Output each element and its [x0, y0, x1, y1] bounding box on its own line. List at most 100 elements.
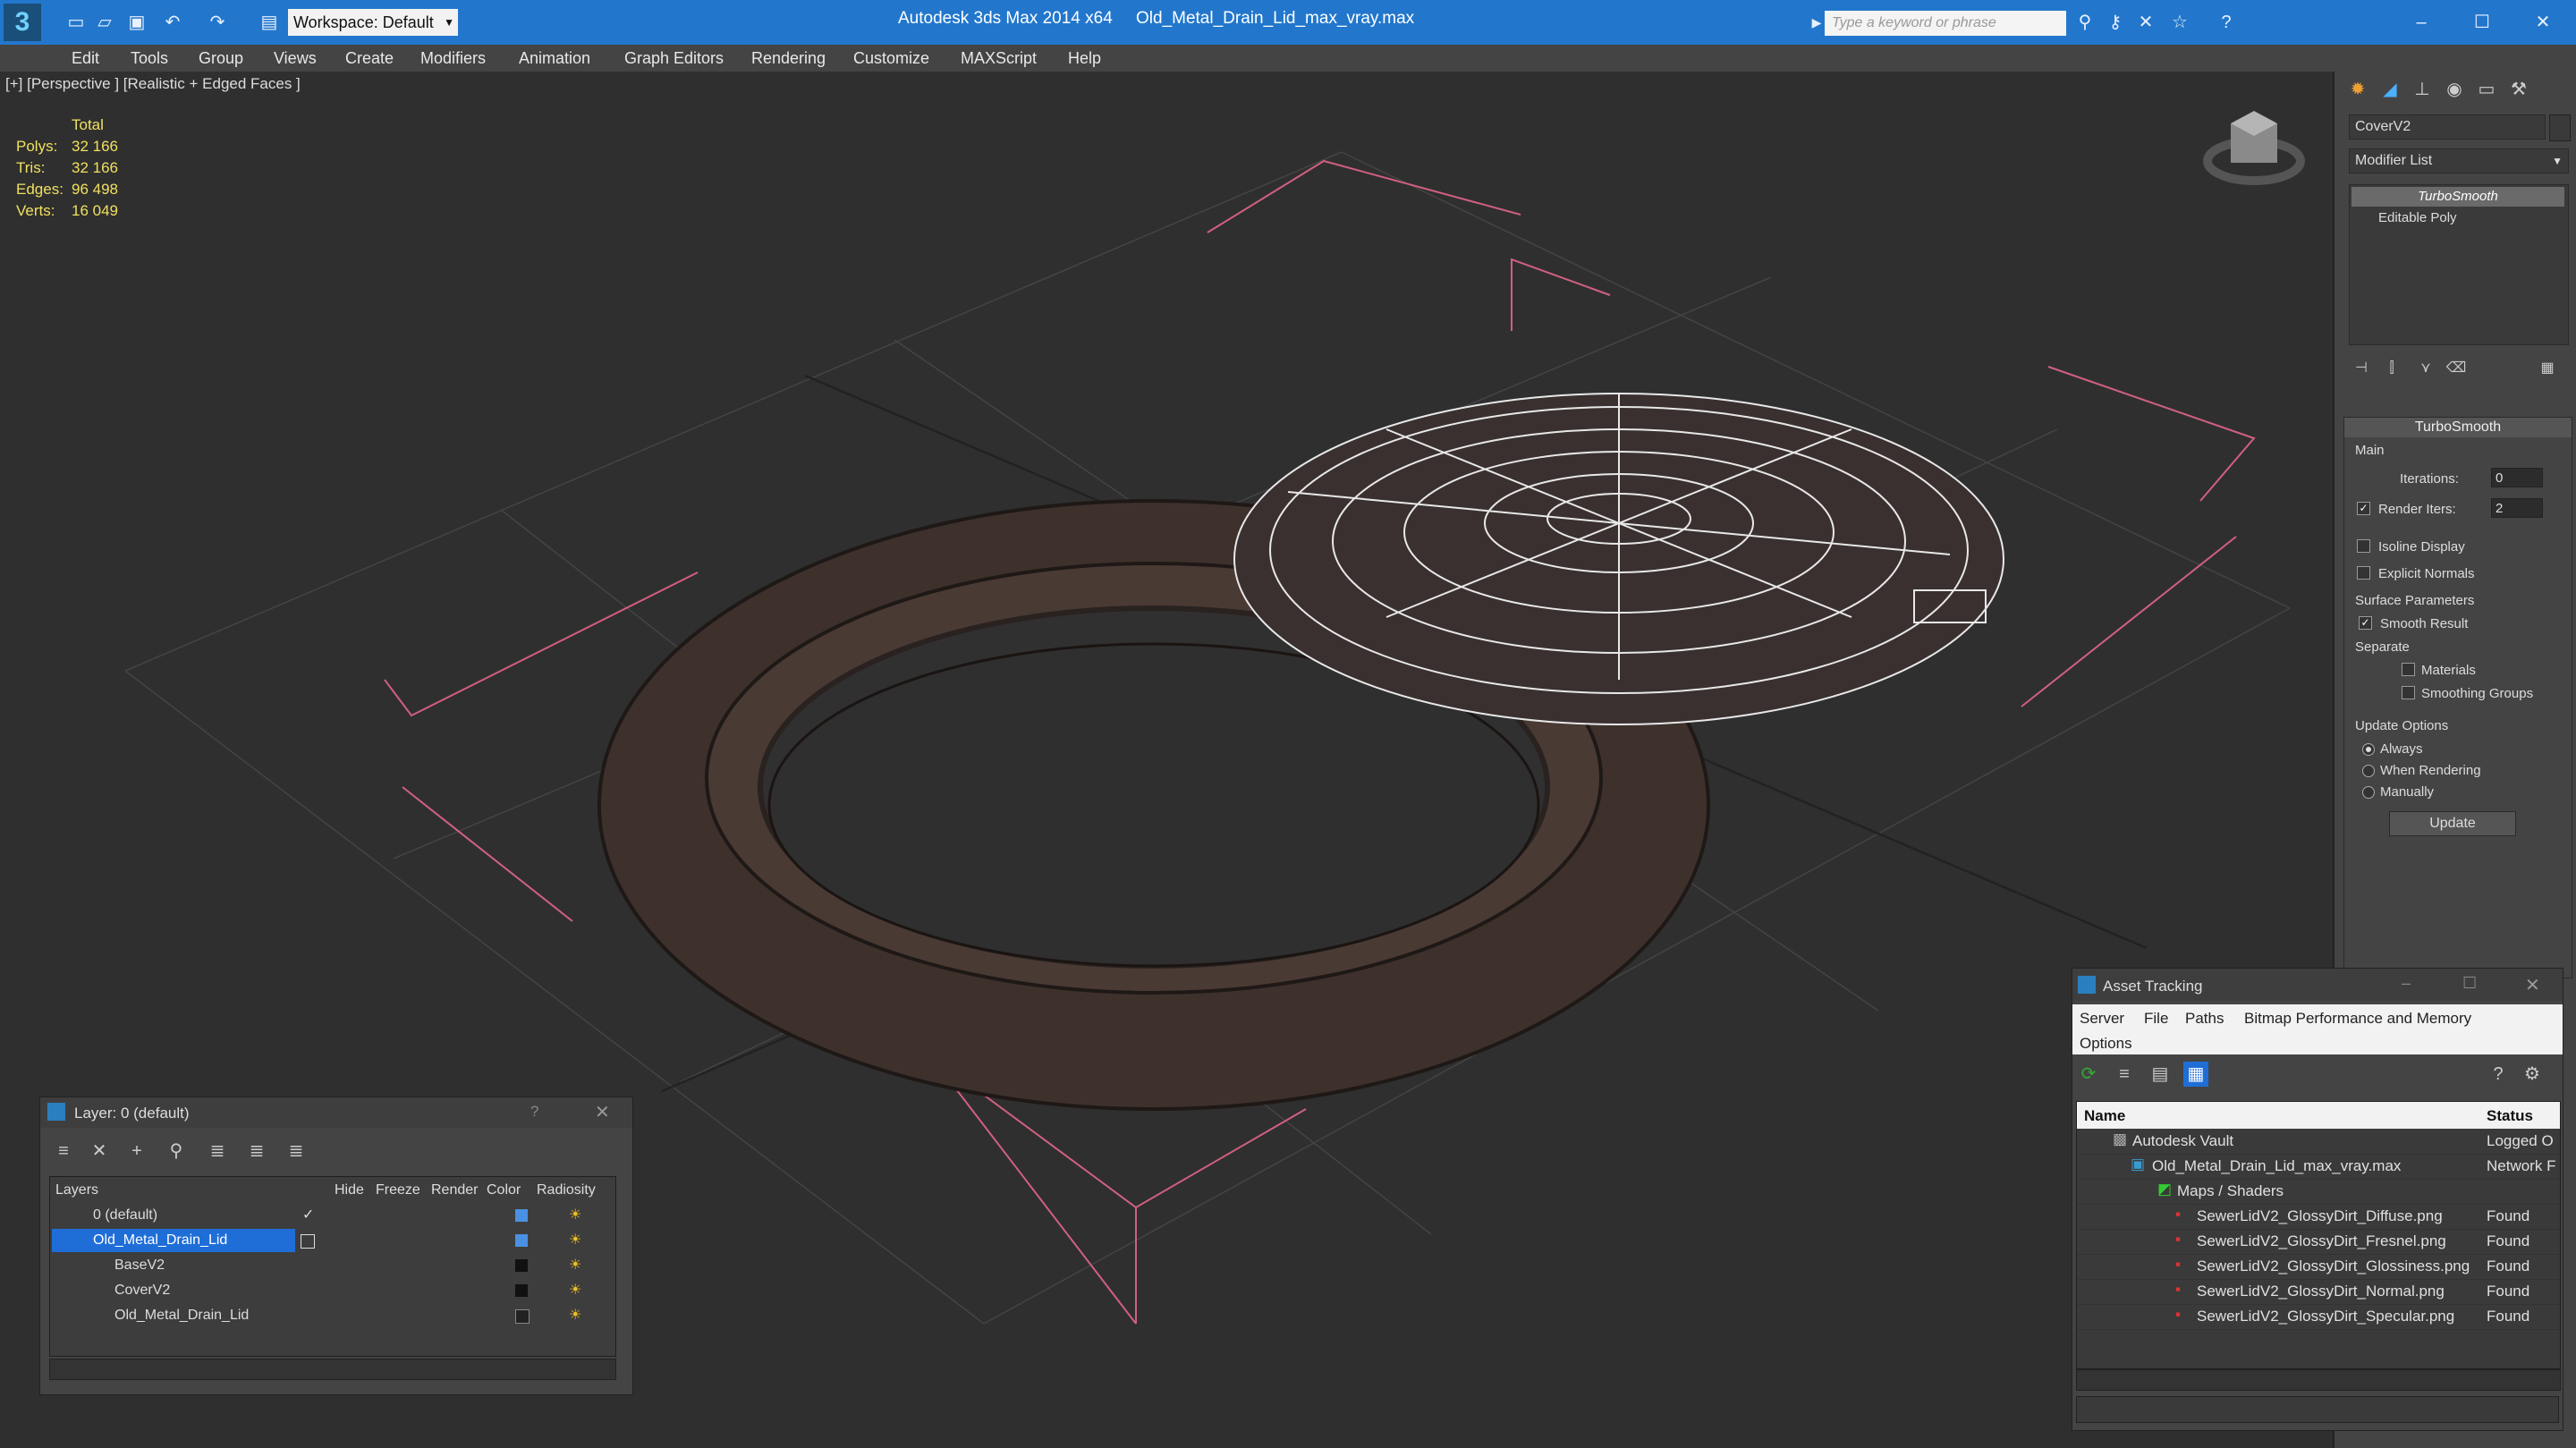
- help-icon[interactable]: ?: [2215, 11, 2238, 34]
- save-icon[interactable]: ▣: [125, 11, 148, 34]
- layer-window-titlebar[interactable]: Layer: 0 (default) ? ✕: [40, 1097, 632, 1128]
- new-layer-icon[interactable]: ≡: [51, 1139, 76, 1164]
- layer-row[interactable]: CoverV2 ☀: [50, 1279, 615, 1304]
- delete-layer-icon[interactable]: ✕: [87, 1139, 112, 1164]
- smooth-result-checkbox[interactable]: ✓: [2359, 616, 2372, 630]
- col-freeze[interactable]: Freeze: [376, 1182, 420, 1198]
- col-render[interactable]: Render: [431, 1182, 478, 1198]
- table-view-icon[interactable]: ▤: [2148, 1062, 2173, 1087]
- asset-row[interactable]: ▩ Autodesk Vault Logged O: [2077, 1129, 2560, 1155]
- menu-help[interactable]: Help: [1068, 49, 1101, 68]
- menu-paths[interactable]: Paths: [2185, 1010, 2224, 1028]
- asset-row[interactable]: ▣ Old_Metal_Drain_Lid_max_vray.max Netwo…: [2077, 1154, 2560, 1180]
- menu-modifiers[interactable]: Modifiers: [420, 49, 486, 68]
- col-radiosity[interactable]: Radiosity: [537, 1182, 596, 1198]
- hide-all-icon[interactable]: ≣: [244, 1139, 269, 1164]
- render-iters-checkbox[interactable]: ✓: [2357, 502, 2370, 515]
- redo-icon[interactable]: ↷: [206, 11, 229, 34]
- materials-checkbox[interactable]: [2402, 663, 2415, 676]
- key-icon[interactable]: ⚷: [2104, 11, 2127, 34]
- maximize-icon[interactable]: ☐: [2462, 974, 2477, 993]
- workspace-dropdown[interactable]: Workspace: Default ▼: [288, 9, 458, 36]
- close-icon[interactable]: ✕: [595, 1101, 610, 1123]
- new-file-icon[interactable]: ▭: [64, 11, 88, 34]
- horizontal-scrollbar[interactable]: [49, 1359, 616, 1380]
- configure-sets-icon[interactable]: ▦: [2533, 354, 2562, 383]
- layer-color-swatch[interactable]: [515, 1209, 528, 1222]
- layer-row-selected[interactable]: Old_Metal_Drain_Lid ☀: [50, 1229, 615, 1254]
- maximize-icon[interactable]: ☐: [2470, 11, 2494, 34]
- highlight-layer-icon[interactable]: ≣: [205, 1139, 230, 1164]
- asset-path-field[interactable]: [2076, 1396, 2559, 1423]
- iterations-spinner[interactable]: 0: [2491, 468, 2543, 487]
- menu-views[interactable]: Views: [274, 49, 317, 68]
- menu-customize[interactable]: Customize: [853, 49, 929, 68]
- update-button[interactable]: Update: [2389, 811, 2516, 836]
- tools-icon[interactable]: ✕: [2134, 11, 2157, 34]
- asset-row[interactable]: ▪ SewerLidV2_GlossyDirt_Normal.png Found: [2077, 1279, 2560, 1305]
- show-end-result-icon[interactable]: ⫿: [2377, 354, 2406, 383]
- menu-group[interactable]: Group: [199, 49, 243, 68]
- menu-rendering[interactable]: Rendering: [751, 49, 826, 68]
- stack-item-editable-poly[interactable]: Editable Poly: [2351, 208, 2564, 228]
- close-icon[interactable]: ✕: [2525, 974, 2540, 996]
- motion-tab-icon[interactable]: ◉: [2440, 75, 2469, 104]
- layer-color-swatch[interactable]: [515, 1284, 528, 1297]
- help-icon[interactable]: ?: [530, 1103, 538, 1121]
- menu-maxscript[interactable]: MAXScript: [961, 49, 1037, 68]
- minimize-icon[interactable]: –: [2402, 974, 2411, 993]
- add-to-layer-icon[interactable]: +: [124, 1139, 149, 1164]
- smoothing-groups-checkbox[interactable]: [2402, 686, 2415, 699]
- isoline-checkbox[interactable]: [2357, 539, 2370, 553]
- object-color-swatch[interactable]: [2549, 114, 2571, 141]
- asset-row[interactable]: ▪ SewerLidV2_GlossyDirt_Diffuse.png Foun…: [2077, 1204, 2560, 1230]
- viewport-label[interactable]: [+] [Perspective ] [Realistic + Edged Fa…: [5, 75, 301, 93]
- asset-window-titlebar[interactable]: Asset Tracking – ☐ ✕: [2072, 969, 2563, 1001]
- layer-row[interactable]: BaseV2 ☀: [50, 1254, 615, 1279]
- render-iters-spinner[interactable]: 2: [2491, 498, 2543, 518]
- help-icon[interactable]: ?: [2486, 1062, 2511, 1087]
- manually-radio[interactable]: [2362, 786, 2375, 799]
- search-input[interactable]: Type a keyword or phrase: [1825, 11, 2066, 36]
- grid-view-icon[interactable]: ▦: [2183, 1062, 2208, 1087]
- layer-color-swatch[interactable]: [515, 1309, 530, 1324]
- menu-server[interactable]: Server: [2080, 1010, 2124, 1028]
- viewcube-icon[interactable]: [2203, 111, 2305, 185]
- menu-options[interactable]: Options: [2080, 1035, 2132, 1053]
- make-unique-icon[interactable]: ⋎: [2411, 354, 2440, 383]
- project-folder-icon[interactable]: ▤: [258, 11, 281, 34]
- menu-tools[interactable]: Tools: [131, 49, 168, 68]
- when-rendering-radio[interactable]: [2362, 765, 2375, 777]
- layer-checkbox[interactable]: [301, 1234, 315, 1249]
- stack-item-turbosmooth[interactable]: TurboSmooth: [2351, 187, 2564, 207]
- binoculars-icon[interactable]: ⚲: [2073, 11, 2097, 34]
- menu-bitmap-performance[interactable]: Bitmap Performance and Memory: [2244, 1010, 2471, 1028]
- open-file-icon[interactable]: ▱: [93, 11, 116, 34]
- object-name-field[interactable]: CoverV2: [2349, 114, 2546, 140]
- undo-icon[interactable]: ↶: [161, 11, 184, 34]
- col-status[interactable]: Status: [2487, 1107, 2533, 1125]
- asset-row[interactable]: ◩ Maps / Shaders: [2077, 1179, 2560, 1205]
- asset-row[interactable]: ▪ SewerLidV2_GlossyDirt_Specular.png Fou…: [2077, 1304, 2560, 1330]
- menu-animation[interactable]: Animation: [519, 49, 590, 68]
- modifier-list-dropdown[interactable]: Modifier List ▼: [2349, 148, 2569, 174]
- list-view-icon[interactable]: ≡: [2112, 1062, 2137, 1087]
- freeze-all-icon[interactable]: ≣: [284, 1139, 309, 1164]
- layer-row[interactable]: Old_Metal_Drain_Lid ☀: [50, 1304, 615, 1329]
- app-logo-icon[interactable]: 3: [4, 4, 41, 41]
- asset-row[interactable]: ▪ SewerLidV2_GlossyDirt_Fresnel.png Foun…: [2077, 1229, 2560, 1255]
- always-radio[interactable]: [2362, 743, 2375, 756]
- display-tab-icon[interactable]: ▭: [2472, 75, 2501, 104]
- menu-graph-editors[interactable]: Graph Editors: [624, 49, 724, 68]
- asset-row[interactable]: ▪ SewerLidV2_GlossyDirt_Glossiness.png F…: [2077, 1254, 2560, 1280]
- layer-row[interactable]: 0 (default) ✓ ☀: [50, 1204, 615, 1229]
- col-name[interactable]: Name: [2084, 1107, 2125, 1125]
- star-icon[interactable]: ☆: [2168, 11, 2191, 34]
- horizontal-scrollbar[interactable]: [2076, 1369, 2561, 1391]
- rollout-header[interactable]: TurboSmooth: [2344, 418, 2572, 437]
- layer-color-swatch[interactable]: [515, 1259, 528, 1272]
- select-objects-icon[interactable]: ⚲: [164, 1139, 189, 1164]
- minimize-icon[interactable]: –: [2410, 11, 2433, 34]
- pin-stack-icon[interactable]: ⊣: [2347, 354, 2376, 383]
- utilities-tab-icon[interactable]: ⚒: [2504, 75, 2533, 104]
